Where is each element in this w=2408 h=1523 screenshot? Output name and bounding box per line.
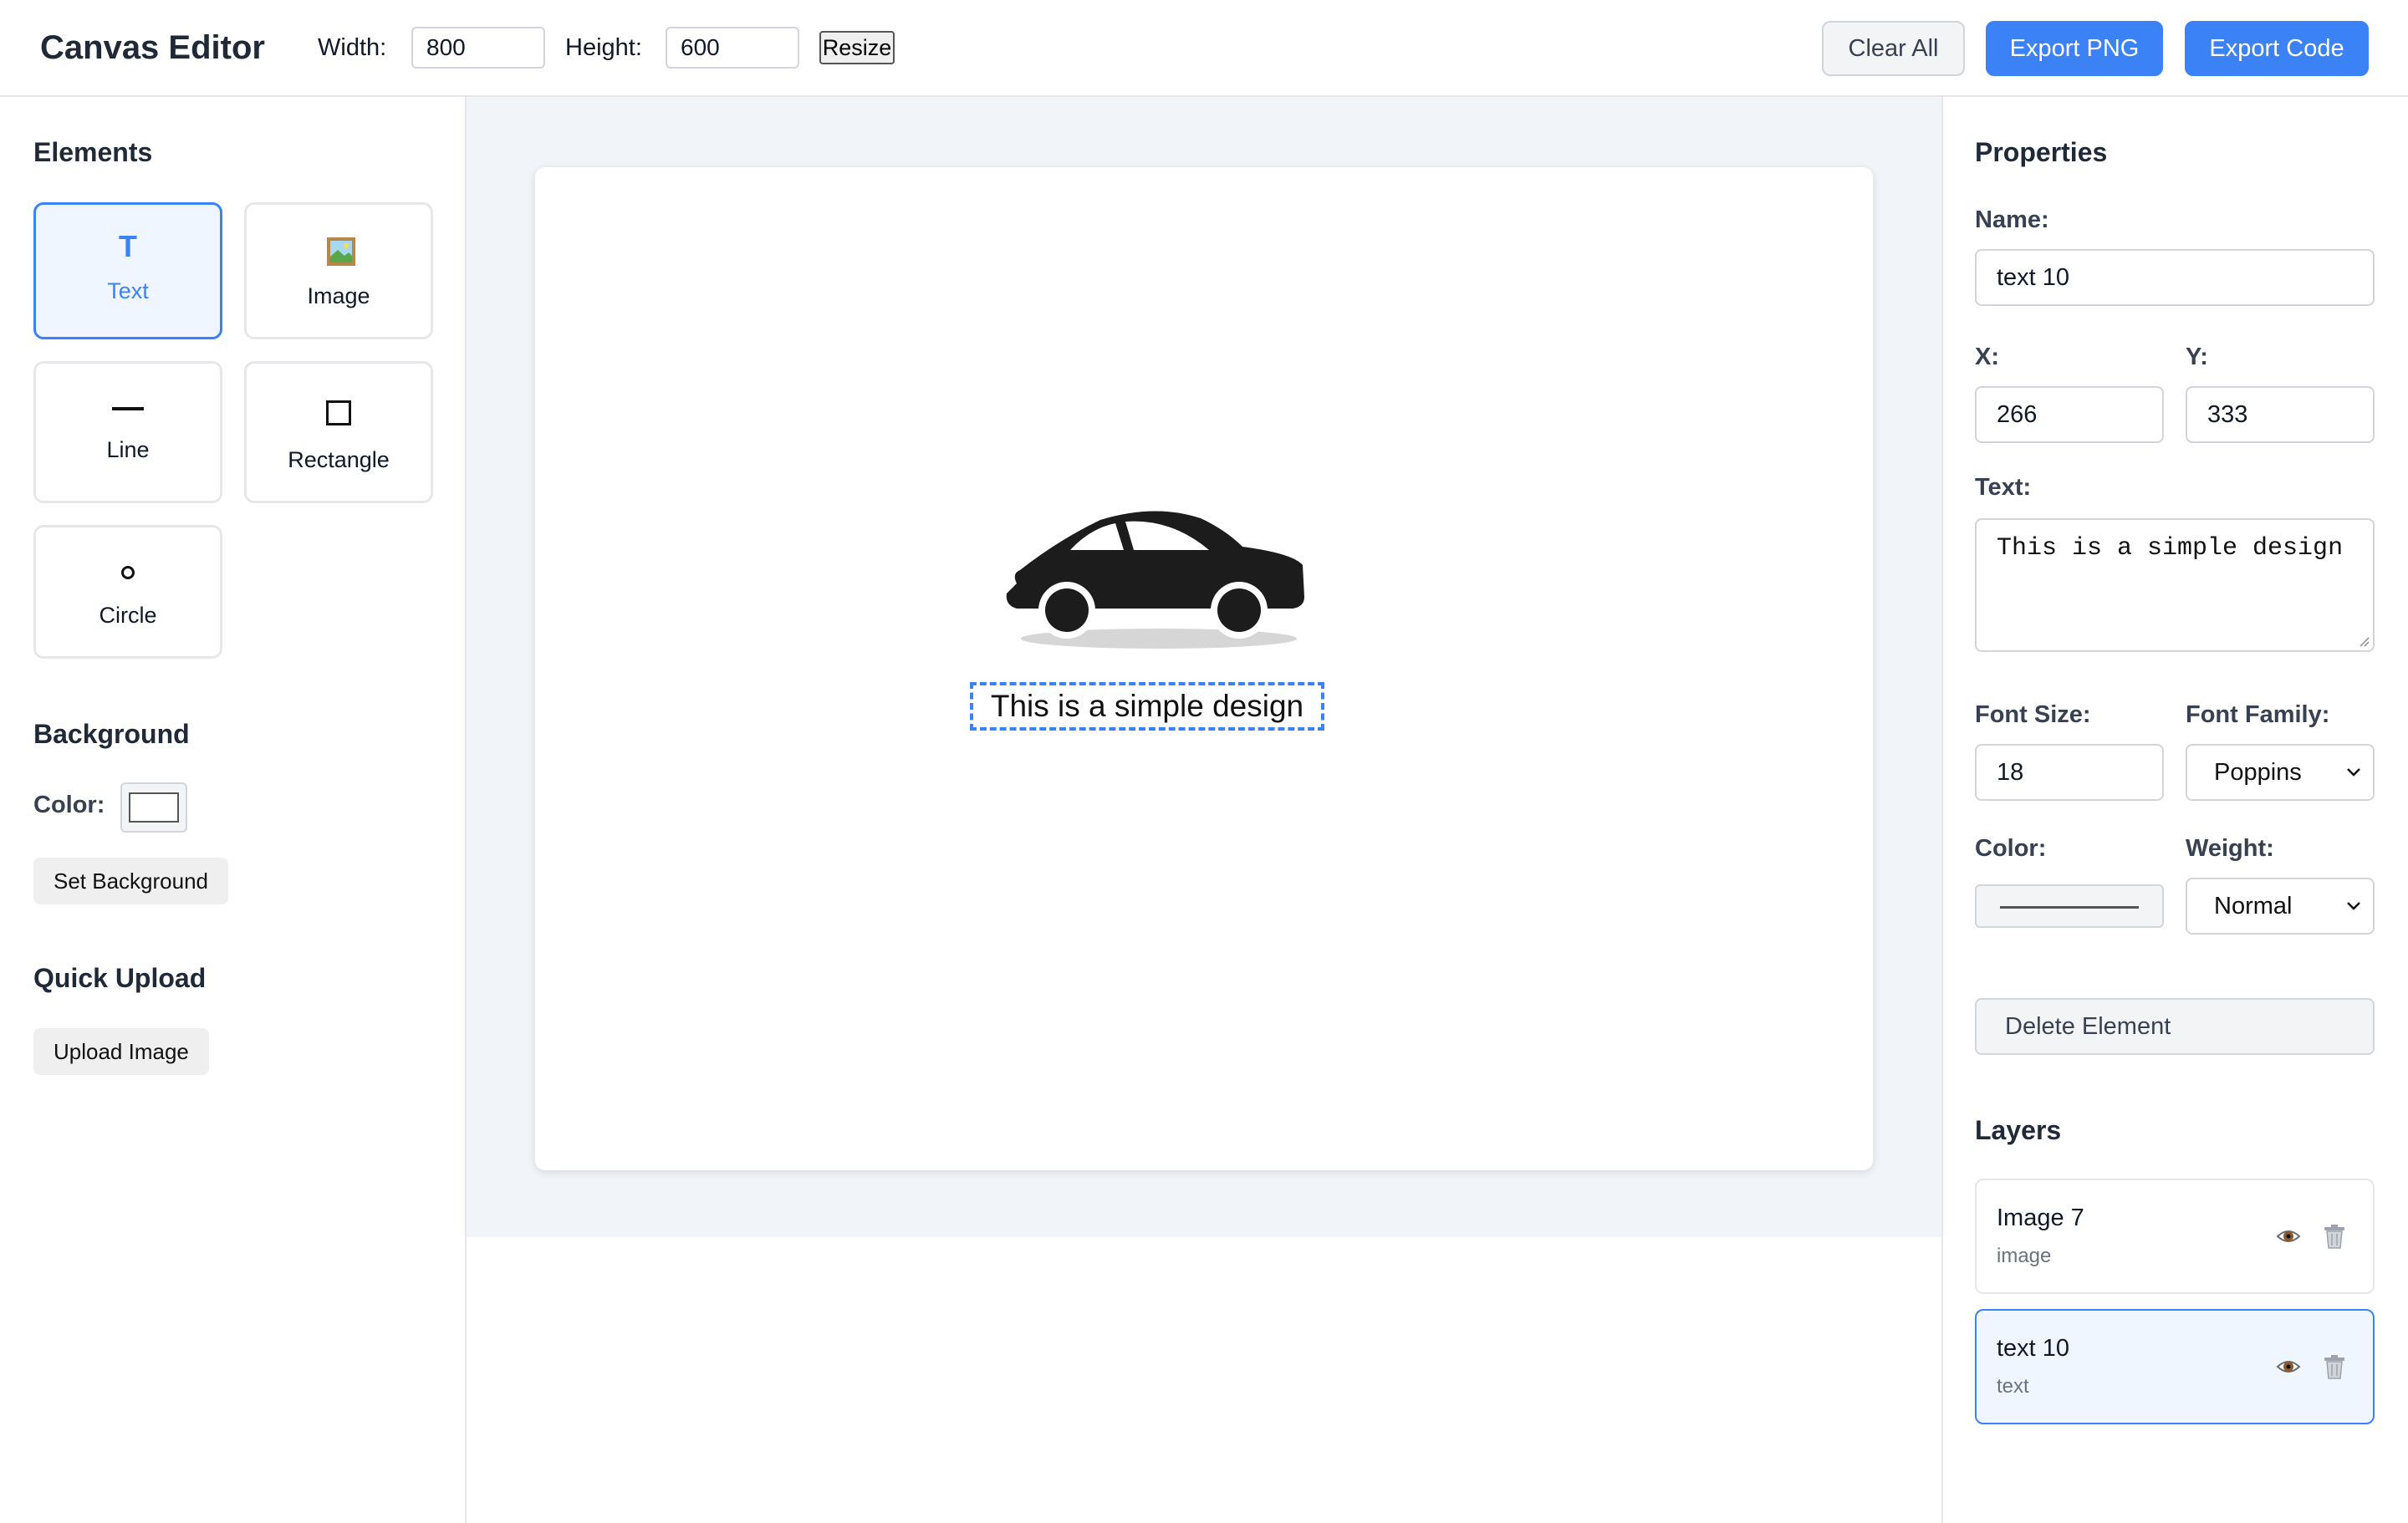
chevron-down-icon — [2347, 768, 2360, 777]
tool-circle-label: Circle — [99, 603, 157, 628]
layers-title: Layers — [1975, 1115, 2062, 1145]
resize-button[interactable]: Resize — [819, 31, 895, 64]
x-input[interactable]: 266 — [1975, 386, 2164, 443]
eye-icon[interactable] — [2276, 1354, 2301, 1379]
width-label: Width: — [318, 34, 387, 61]
tool-rectangle[interactable]: Rectangle — [244, 361, 433, 503]
tool-text[interactable]: T Text — [33, 202, 222, 339]
tool-rectangle-label: Rectangle — [288, 447, 390, 472]
layer-name: Image 7 — [1997, 1205, 2084, 1231]
background-color-picker[interactable] — [120, 782, 187, 833]
tool-circle[interactable]: Circle — [33, 525, 222, 659]
quick-upload-title: Quick Upload — [33, 963, 207, 993]
elements-title: Elements — [33, 137, 153, 167]
layer-item[interactable]: text 10 text — [1975, 1309, 2375, 1424]
tool-line[interactable]: Line — [33, 361, 222, 503]
rectangle-icon — [326, 400, 351, 425]
top-toolbar: Canvas Editor Width: 800 Height: 600 Res… — [0, 0, 2408, 97]
text-label: Text: — [1975, 474, 2032, 501]
export-png-button[interactable]: Export PNG — [1986, 21, 2163, 76]
canvas-stage — [467, 97, 1941, 1237]
height-input[interactable]: 600 — [666, 27, 799, 69]
eye-icon[interactable] — [2276, 1224, 2301, 1249]
background-color-swatch — [129, 792, 179, 823]
line-icon — [112, 407, 144, 410]
font-family-select[interactable]: Poppins — [2186, 744, 2375, 801]
font-family-value: Poppins — [2214, 759, 2302, 786]
font-family-label: Font Family: — [2186, 701, 2330, 728]
text-color-swatch — [2000, 906, 2139, 909]
weight-label: Weight: — [2186, 835, 2274, 862]
text-color-picker[interactable] — [1975, 884, 2164, 928]
font-size-label: Font Size: — [1975, 701, 2091, 728]
text-input-value: This is a simple design — [1997, 534, 2344, 563]
y-input[interactable]: 333 — [2186, 386, 2375, 443]
font-size-input[interactable]: 18 — [1975, 744, 2164, 801]
name-input[interactable]: text 10 — [1975, 249, 2375, 306]
upload-image-button[interactable]: Upload Image — [33, 1028, 209, 1075]
image-icon — [327, 237, 355, 266]
tool-image-label: Image — [307, 283, 370, 308]
width-input[interactable]: 800 — [411, 27, 545, 69]
clear-all-button[interactable]: Clear All — [1822, 21, 1965, 76]
color-label: Color: — [1975, 835, 2047, 862]
background-title: Background — [33, 719, 190, 749]
tool-text-label: Text — [107, 278, 149, 303]
layer-type: image — [1997, 1245, 2052, 1267]
text-input[interactable]: This is a simple design — [1975, 518, 2375, 652]
font-weight-value: Normal — [2214, 893, 2293, 919]
text-icon: T — [119, 229, 137, 263]
height-label: Height: — [565, 34, 642, 61]
canvas-text-element[interactable]: This is a simple design — [970, 682, 1324, 731]
delete-element-button[interactable]: Delete Element — [1975, 998, 2375, 1055]
x-label: X: — [1975, 344, 1999, 370]
resize-grip-icon[interactable] — [2358, 635, 2370, 647]
properties-title: Properties — [1975, 137, 2108, 167]
app-title: Canvas Editor — [40, 29, 265, 66]
car-icon[interactable] — [1000, 507, 1309, 649]
background-color-label: Color: — [33, 792, 105, 818]
tool-image[interactable]: Image — [244, 202, 433, 339]
trash-icon[interactable] — [2323, 1224, 2346, 1249]
export-code-button[interactable]: Export Code — [2185, 21, 2369, 76]
layer-name: text 10 — [1997, 1335, 2070, 1362]
circle-icon — [121, 566, 135, 579]
font-weight-select[interactable]: Normal — [2186, 878, 2375, 935]
layer-type: text — [1997, 1375, 2029, 1398]
chevron-down-icon — [2347, 902, 2360, 910]
y-label: Y: — [2186, 344, 2208, 370]
layer-item[interactable]: Image 7 image — [1975, 1179, 2375, 1294]
tool-line-label: Line — [106, 437, 150, 462]
set-background-button[interactable]: Set Background — [33, 858, 229, 904]
left-sidebar: Elements T Text Image Line Rectangle Cir… — [0, 97, 467, 1523]
trash-icon[interactable] — [2323, 1354, 2346, 1379]
design-canvas[interactable] — [535, 167, 1873, 1170]
name-label: Name: — [1975, 206, 2049, 233]
